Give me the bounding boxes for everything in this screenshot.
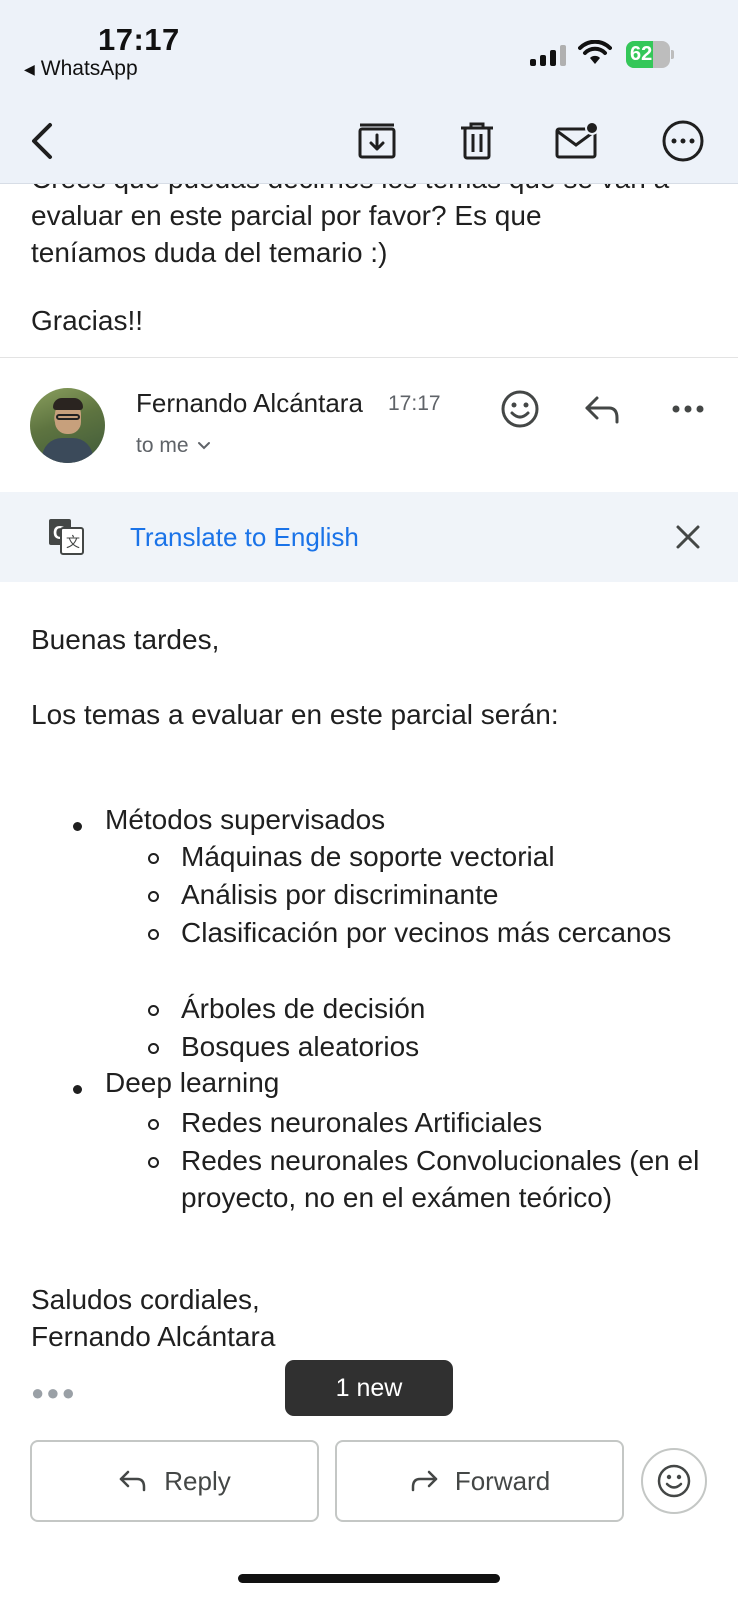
status-time: 17:17 [98, 22, 180, 57]
topic-item: Árboles de decisión [181, 993, 426, 1024]
back-arrow-icon[interactable] [16, 116, 66, 166]
emoji-react-button[interactable] [641, 1448, 707, 1514]
recipient-details-toggle[interactable]: to me [136, 434, 211, 458]
forward-label: Forward [454, 1465, 551, 1496]
mark-unread-icon[interactable] [552, 116, 602, 166]
sub-bullet [148, 929, 159, 940]
translate-link[interactable]: Translate to English [130, 522, 359, 553]
message-divider [0, 357, 738, 358]
top-bar: 17:17 ◀ WhatsApp 62 [0, 0, 738, 184]
new-messages-badge[interactable]: 1 new [285, 1360, 453, 1416]
topic-item: Redes neuronales Convolucionales (en el … [181, 1145, 700, 1213]
wifi-icon [578, 39, 612, 71]
topic-item: Redes neuronales Artificiales [181, 1107, 543, 1138]
topic-title: Deep learning [105, 1067, 280, 1098]
sub-bullet [148, 853, 159, 864]
topic-item: Bosques aleatorios [181, 1031, 420, 1062]
recipient-label: to me [136, 434, 189, 457]
reply-icon [120, 1470, 146, 1492]
topic-item: Máquinas de soporte vectorial [181, 841, 555, 872]
topic-item: Clasificación por vecinos más cercanos [181, 917, 672, 948]
translate-bar: G 文 Translate to English [0, 492, 738, 582]
bullet [73, 1085, 82, 1094]
forward-icon [411, 1470, 438, 1492]
sub-bullet [148, 1119, 159, 1130]
back-app-label: WhatsApp [40, 57, 138, 80]
close-icon[interactable] [668, 517, 708, 557]
archive-icon[interactable] [352, 116, 402, 166]
message-signature: Fernando Alcántara [31, 1321, 276, 1352]
chevron-down-icon [197, 442, 210, 450]
message-greeting: Buenas tardes, [31, 624, 220, 655]
battery-icon: 62 [626, 41, 674, 68]
emoji-icon [657, 1464, 691, 1498]
bullet [73, 822, 82, 831]
delete-icon[interactable] [452, 116, 502, 166]
sub-bullet [148, 1157, 159, 1168]
svg-text:文: 文 [66, 534, 80, 550]
topic-item: Análisis por discriminante [181, 879, 499, 910]
reply-button[interactable]: Reply [30, 1440, 319, 1522]
more-options-icon[interactable] [658, 116, 708, 166]
sub-bullet [148, 891, 159, 902]
home-indicator[interactable] [238, 1574, 500, 1583]
message-time: 17:17 [388, 392, 441, 415]
sender-name[interactable]: Fernando Alcántara [136, 388, 363, 419]
reply-icon[interactable] [580, 386, 626, 432]
forward-button[interactable]: Forward [335, 1440, 624, 1522]
message-intro: Los temas a evaluar en este parcial será… [31, 699, 559, 730]
previous-message-line: teníamos duda del temario :) [31, 237, 388, 268]
avatar[interactable] [30, 388, 105, 463]
translate-icon: G 文 [46, 516, 86, 561]
reply-label: Reply [164, 1465, 231, 1496]
cellular-signal-icon [530, 44, 566, 66]
previous-message-line: evaluar en este parcial por favor? Es qu… [31, 200, 542, 231]
show-trimmed-content-button[interactable]: ●●● [31, 1380, 77, 1406]
battery-percent: 62 [630, 43, 653, 65]
previous-message-closing: Gracias!! [31, 305, 144, 336]
sub-bullet [148, 1005, 159, 1016]
sub-bullet [148, 1043, 159, 1054]
emoji-reaction-icon[interactable] [497, 386, 543, 432]
back-to-app-link[interactable]: ◀ WhatsApp [24, 57, 138, 81]
topic-title: Métodos supervisados [105, 804, 386, 835]
back-triangle-icon: ◀ [24, 60, 35, 77]
message-more-icon[interactable] [665, 386, 711, 432]
message-signoff: Saludos cordiales, [31, 1284, 260, 1315]
